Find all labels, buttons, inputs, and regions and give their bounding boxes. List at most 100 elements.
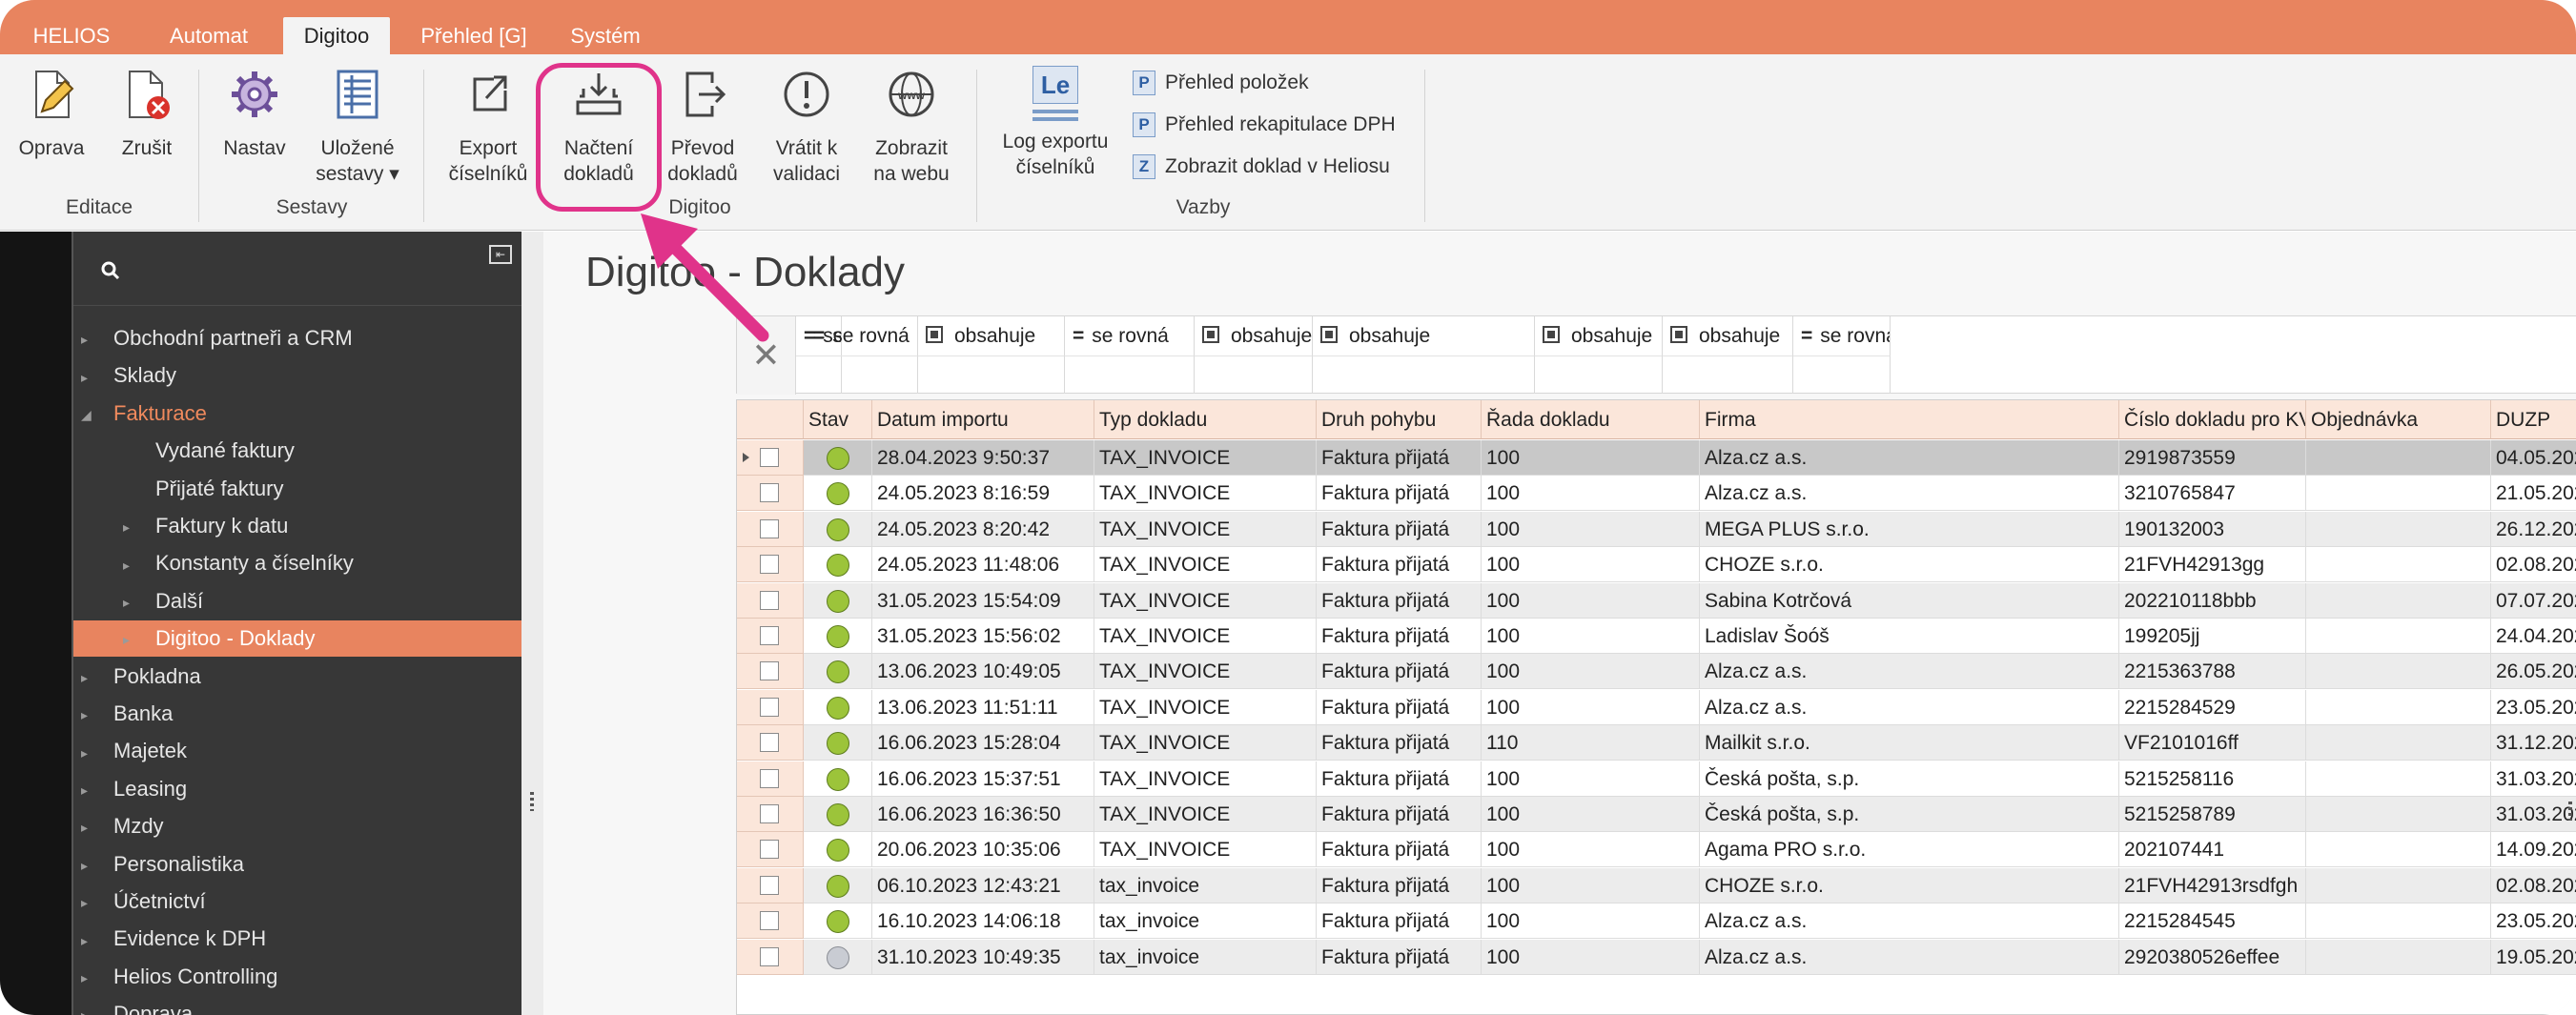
- sidebar-item[interactable]: ▸ Faktury k datu: [123, 508, 288, 544]
- expand-arrow-icon[interactable]: ▸: [81, 697, 98, 733]
- expand-arrow-icon[interactable]: ▸: [123, 621, 140, 658]
- tab-digitoo[interactable]: Digitoo: [283, 17, 390, 54]
- row-indicator[interactable]: [737, 582, 804, 619]
- column-header[interactable]: Firma: [1700, 400, 2119, 439]
- zobrazit-doklad-v-heliosu-button[interactable]: Z Zobrazit doklad v Heliosu: [1133, 150, 1390, 184]
- sidebar-item[interactable]: ▸ Konstanty a číselníky: [123, 545, 354, 581]
- row-indicator[interactable]: [737, 476, 804, 512]
- filter-input[interactable]: [918, 355, 1065, 394]
- sidebar-item[interactable]: ▸ Leasing: [81, 771, 187, 807]
- row-checkbox[interactable]: [760, 875, 779, 895]
- expand-arrow-icon[interactable]: ▸: [81, 772, 98, 808]
- table-row[interactable]: 16.06.2023 15:28:04 TAX_INVOICE Faktura př…: [737, 725, 2576, 761]
- table-row[interactable]: 13.06.2023 11:51:11 TAX_INVOICE Faktura př…: [737, 689, 2576, 725]
- prevod-dokladu-button[interactable]: Převod dokladů: [660, 66, 746, 187]
- filter-input[interactable]: [1065, 355, 1195, 394]
- expand-arrow-icon[interactable]: ▸: [81, 960, 98, 996]
- tab-automat[interactable]: Automat: [153, 17, 265, 54]
- table-row[interactable]: 16.10.2023 14:06:18 tax_invoice Faktura př…: [737, 903, 2576, 940]
- filter-input[interactable]: [1793, 355, 1891, 394]
- expand-arrow-icon[interactable]: ▸: [81, 997, 98, 1015]
- table-row[interactable]: 13.06.2023 10:49:05 TAX_INVOICE Faktura př…: [737, 654, 2576, 690]
- row-indicator[interactable]: [737, 440, 804, 476]
- prehled-rekapitulace-dph-button[interactable]: P Přehled rekapitulace DPH: [1133, 108, 1396, 142]
- column-header[interactable]: Číslo dokladu pro KV: [2119, 400, 2306, 439]
- filter-input[interactable]: [1663, 355, 1793, 394]
- filter-input[interactable]: [1535, 355, 1663, 394]
- row-indicator[interactable]: [737, 654, 804, 690]
- row-checkbox[interactable]: [760, 946, 779, 966]
- vratit-k-validaci-button[interactable]: Vrátit k validaci: [761, 66, 852, 187]
- expand-arrow-icon[interactable]: ▸: [81, 735, 98, 771]
- column-header[interactable]: Stav: [804, 400, 872, 439]
- filter-operator[interactable]: obsahuje: [1313, 316, 1535, 355]
- export-ciselniku-button[interactable]: Export číselníků: [440, 66, 536, 187]
- row-checkbox[interactable]: [760, 733, 779, 753]
- expand-arrow-icon[interactable]: ▸: [81, 359, 98, 396]
- expand-arrow-icon[interactable]: ▸: [123, 547, 140, 583]
- filter-input[interactable]: [1313, 355, 1535, 394]
- row-checkbox[interactable]: [760, 483, 779, 503]
- ulozene-sestavy-button[interactable]: Uložené sestavy ▾: [305, 66, 410, 187]
- sidebar-item[interactable]: Přijaté faktury: [123, 471, 284, 507]
- row-indicator[interactable]: [737, 689, 804, 725]
- filter-operator[interactable]: = se rovná: [1065, 316, 1195, 355]
- table-row[interactable]: 20.06.2023 10:35:06 TAX_INVOICE Faktura př…: [737, 832, 2576, 868]
- row-indicator[interactable]: [737, 725, 804, 761]
- expand-arrow-icon[interactable]: ◢: [81, 396, 98, 433]
- row-indicator[interactable]: [737, 867, 804, 903]
- expand-arrow-icon[interactable]: ▸: [81, 321, 98, 357]
- filter-operator[interactable]: obsahuje: [918, 316, 1065, 355]
- tab-helios[interactable]: HELIOS: [19, 17, 124, 54]
- row-checkbox[interactable]: [760, 697, 779, 717]
- filter-operator[interactable]: obsahuje: [1663, 316, 1793, 355]
- column-header[interactable]: Řada dokladu: [1482, 400, 1700, 439]
- table-row[interactable]: 24.05.2023 8:20:42 TAX_INVOICE Faktura při…: [737, 511, 2576, 547]
- log-exportu-button[interactable]: Le Log exportu číselníků: [993, 66, 1117, 180]
- sidebar-item[interactable]: ▸ Evidence k DPH: [81, 921, 266, 957]
- row-checkbox[interactable]: [760, 448, 779, 467]
- table-row[interactable]: 31.05.2023 15:54:09 TAX_INVOICE Faktura př…: [737, 582, 2576, 619]
- row-checkbox[interactable]: [760, 804, 779, 823]
- table-row[interactable]: 31.10.2023 10:49:35 tax_invoice Faktura př…: [737, 939, 2576, 975]
- sidebar-item[interactable]: Vydané faktury: [123, 433, 295, 469]
- sidebar-item[interactable]: ▸ Personalistika: [81, 846, 244, 883]
- tab-system[interactable]: Systém: [558, 17, 653, 54]
- row-indicator[interactable]: [737, 939, 804, 975]
- filter-operator[interactable]: obsahuje: [1535, 316, 1663, 355]
- zobrazit-na-webu-button[interactable]: www Zobrazit na webu: [864, 66, 959, 187]
- expand-arrow-icon[interactable]: ▸: [123, 584, 140, 620]
- sidebar-item[interactable]: ▸ Další: [123, 583, 203, 619]
- filter-input[interactable]: [806, 355, 918, 394]
- tab-prehled[interactable]: Přehled [G]: [408, 17, 540, 54]
- sidebar-item[interactable]: ▸ Pokladna: [81, 659, 201, 695]
- sidebar-item[interactable]: ▸ Digitoo - Doklady: [73, 620, 521, 658]
- row-indicator[interactable]: [737, 797, 804, 832]
- table-row[interactable]: 28.04.2023 9:50:37 TAX_INVOICE Faktura při…: [737, 440, 2576, 476]
- row-indicator[interactable]: [737, 511, 804, 547]
- expand-arrow-icon[interactable]: ▸: [123, 509, 140, 545]
- nastav-button[interactable]: Nastav: [214, 66, 296, 161]
- sidebar-item[interactable]: ◢ Fakturace: [81, 396, 207, 432]
- row-checkbox[interactable]: [760, 518, 779, 538]
- expand-arrow-icon[interactable]: ▸: [81, 809, 98, 845]
- oprava-button[interactable]: Oprava: [13, 66, 90, 161]
- table-row[interactable]: 06.10.2023 12:43:21 tax_invoice Faktura př…: [737, 867, 2576, 903]
- row-indicator[interactable]: [737, 619, 804, 654]
- sidebar-search[interactable]: ⇤: [73, 232, 521, 306]
- table-row[interactable]: 24.05.2023 11:48:06 TAX_INVOICE Faktura př…: [737, 547, 2576, 583]
- row-checkbox[interactable]: [760, 590, 779, 610]
- row-indicator[interactable]: [737, 903, 804, 940]
- row-checkbox[interactable]: [760, 840, 779, 860]
- sidebar-item[interactable]: ▸ Banka: [81, 696, 173, 732]
- expand-arrow-icon[interactable]: ▸: [81, 660, 98, 696]
- filter-operator[interactable]: obsahuje: [1195, 316, 1313, 355]
- row-checkbox[interactable]: [760, 911, 779, 931]
- splitter[interactable]: [521, 232, 543, 1015]
- expand-arrow-icon[interactable]: ▸: [81, 884, 98, 921]
- table-row[interactable]: 16.06.2023 16:36:50 TAX_INVOICE Faktura př…: [737, 797, 2576, 832]
- sidebar-item[interactable]: ▸ Sklady: [81, 357, 176, 394]
- expand-arrow-icon[interactable]: ▸: [81, 847, 98, 883]
- column-header[interactable]: Datum importu: [872, 400, 1094, 439]
- table-row[interactable]: 16.06.2023 15:37:51 TAX_INVOICE Faktura př…: [737, 761, 2576, 797]
